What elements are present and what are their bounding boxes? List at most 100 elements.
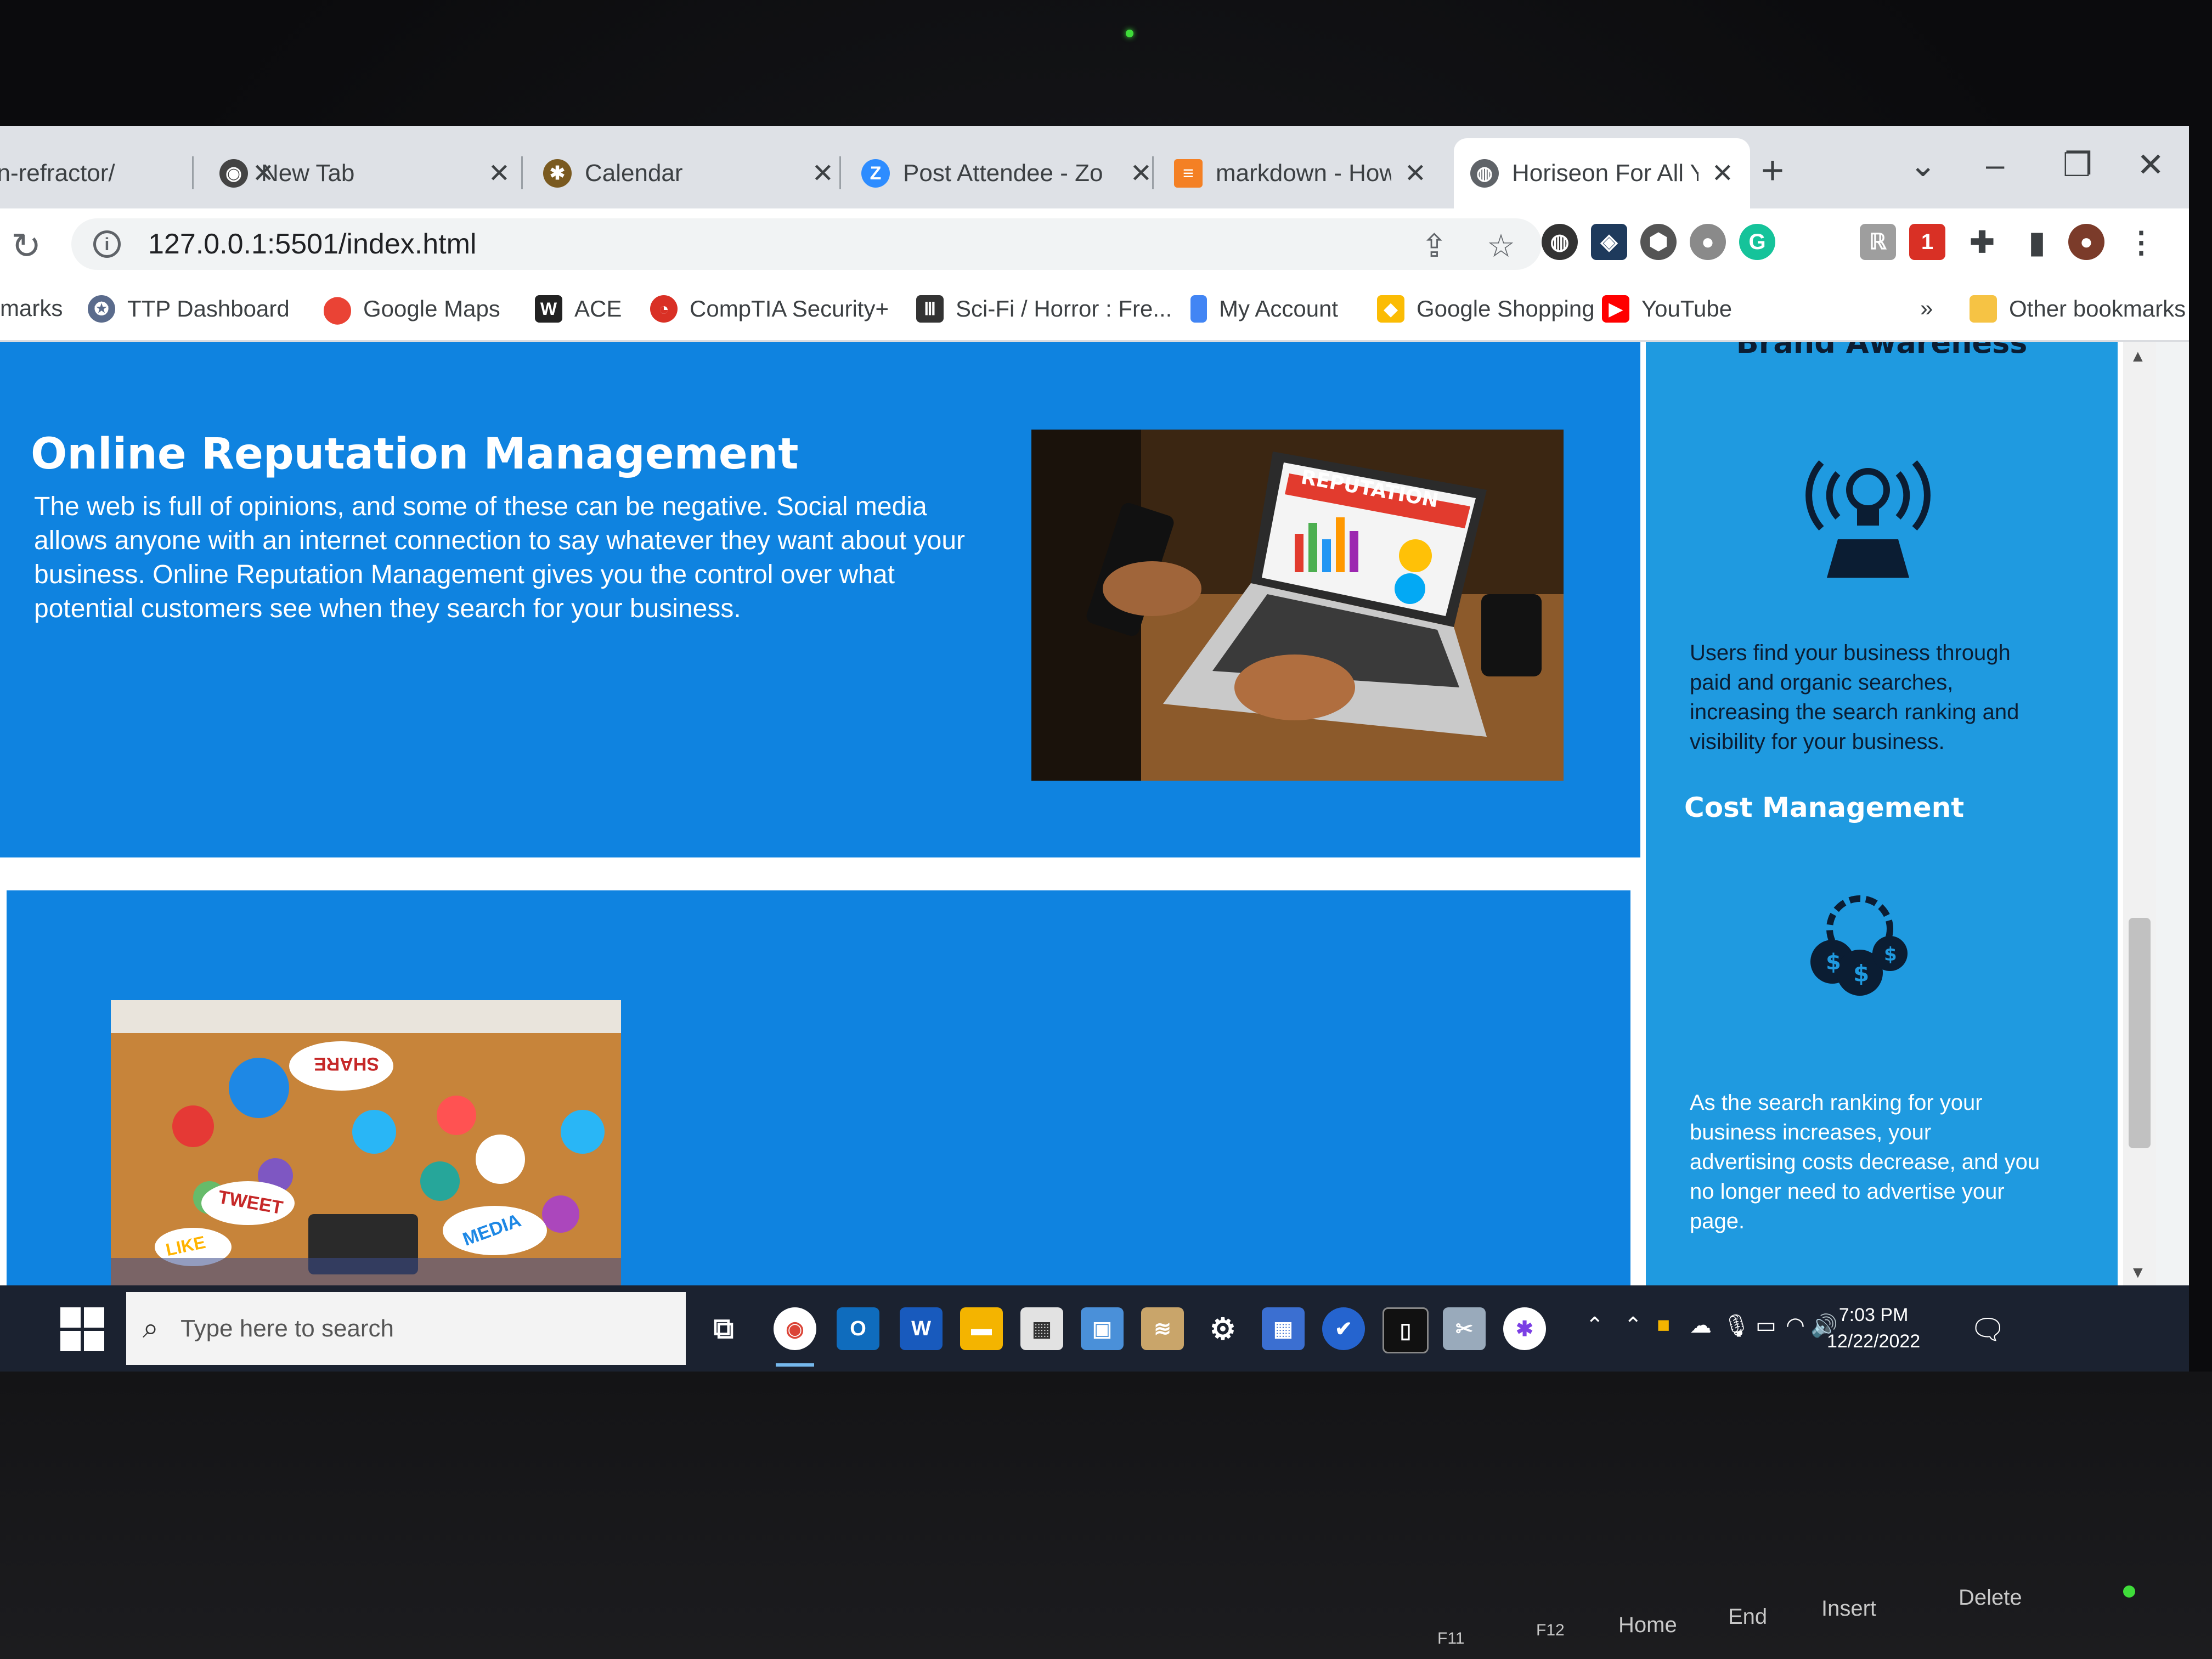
key-insert: Insert bbox=[1821, 1596, 1877, 1621]
task-view-icon[interactable]: ⧉ bbox=[702, 1307, 745, 1350]
svg-text:$: $ bbox=[1884, 944, 1897, 966]
bookmark-star-icon[interactable]: ☆ bbox=[1487, 227, 1515, 264]
extension-reader-icon[interactable]: ℝ bbox=[1860, 224, 1896, 260]
todo-check-icon[interactable]: ✔ bbox=[1322, 1307, 1365, 1350]
tray-office-icon[interactable]: ■ bbox=[1657, 1313, 1670, 1338]
tray-network-icon[interactable]: ☁ bbox=[1690, 1313, 1712, 1338]
minimize-icon[interactable]: – bbox=[1986, 146, 2004, 184]
brand-awareness-icon bbox=[1799, 435, 1937, 578]
word-icon[interactable]: W bbox=[900, 1307, 943, 1350]
menu-kebab-icon[interactable]: ⋮ bbox=[2123, 224, 2159, 260]
close-icon[interactable]: ✕ bbox=[812, 158, 834, 189]
calendar-app-icon[interactable]: ▦ bbox=[1262, 1307, 1305, 1350]
bookmark-label: Google Maps bbox=[363, 296, 500, 321]
globe-icon: ◍ bbox=[1470, 159, 1499, 188]
tab-calendar[interactable]: ✱ Calendar ✕ bbox=[527, 138, 850, 208]
extension-acorn-icon[interactable]: ● bbox=[1690, 224, 1726, 260]
section-heading: Online Reputation Management bbox=[31, 430, 799, 479]
laptop-keyboard: Home End Insert Delete F11 F12 bbox=[0, 1372, 2212, 1659]
bookmark-youtube[interactable]: ▶ YouTube bbox=[1602, 295, 1732, 323]
scroll-up-arrow-icon[interactable]: ▲ bbox=[2130, 347, 2146, 366]
power-led bbox=[2123, 1585, 2135, 1598]
bookmark-scifi-horror[interactable]: Ⅲ Sci-Fi / Horror : Fre... bbox=[916, 295, 1172, 323]
settings-gear-icon[interactable]: ⚙ bbox=[1201, 1307, 1244, 1350]
tab-markdown[interactable]: ≡ markdown - How t ✕ bbox=[1158, 138, 1443, 208]
extensions-puzzle-icon[interactable]: ✚ bbox=[1964, 224, 2000, 260]
taskbar-overflow-icon[interactable]: ⌃ bbox=[1585, 1313, 1604, 1338]
page-scrollbar[interactable]: ▲ ▼ bbox=[2123, 342, 2156, 1285]
cost-management-heading: Cost Management bbox=[1684, 792, 1965, 823]
overflow-chevron-icon: » bbox=[1920, 295, 1933, 321]
profile-avatar[interactable]: ● bbox=[2068, 224, 2104, 260]
bookmark-google-shopping[interactable]: ◆ Google Shopping bbox=[1377, 295, 1595, 323]
scroll-down-arrow-icon[interactable]: ▼ bbox=[2130, 1263, 2146, 1282]
tab-separator bbox=[521, 156, 523, 189]
camera-led bbox=[1126, 30, 1133, 37]
brand-awareness-text: Users find your business through paid an… bbox=[1690, 641, 2019, 754]
key-f11: F11 bbox=[1437, 1629, 1465, 1647]
other-bookmarks-folder[interactable]: Other bookmarks bbox=[1970, 295, 2186, 323]
bookmark-ace[interactable]: W ACE bbox=[535, 295, 622, 323]
chrome-taskbar-icon[interactable]: ◉ bbox=[774, 1307, 816, 1350]
bookmark-google-maps[interactable]: ⬤ Google Maps bbox=[323, 295, 500, 324]
windows-logo-pane bbox=[84, 1307, 104, 1328]
tab-zoom[interactable]: Z Post Attendee - Zo ✕ bbox=[845, 138, 1169, 208]
outlook-icon[interactable]: O bbox=[837, 1307, 879, 1350]
taskbar-search-box[interactable]: ⌕ Type here to search bbox=[126, 1292, 686, 1365]
share-word: SHARE bbox=[314, 1053, 380, 1074]
tray-show-hidden-icon[interactable]: ⌃ bbox=[1624, 1313, 1643, 1338]
close-icon[interactable]: ✕ bbox=[1712, 158, 1734, 189]
side-panel-icon[interactable]: ▮ bbox=[2019, 224, 2055, 260]
extension-badge-icon[interactable]: 1 bbox=[1909, 224, 1945, 260]
bookmark-marks[interactable]: marks bbox=[0, 295, 63, 321]
cost-management-icon: $ $ $ bbox=[1794, 890, 1926, 1000]
tab-horiseon[interactable]: ◍ Horiseon For All Yo ✕ bbox=[1454, 138, 1750, 208]
url-text[interactable]: 127.0.0.1:5501/index.html bbox=[148, 228, 476, 261]
search-placeholder: Type here to search bbox=[180, 1314, 394, 1342]
reload-icon[interactable]: ↻ bbox=[11, 225, 41, 267]
restore-icon[interactable]: ❐ bbox=[2063, 146, 2092, 184]
bookmarks-overflow-button[interactable]: » bbox=[1920, 295, 1933, 321]
scrollbar-thumb[interactable] bbox=[2129, 918, 2151, 1148]
snip-tool-icon[interactable]: ✂ bbox=[1443, 1307, 1486, 1350]
w-icon: W bbox=[535, 295, 562, 323]
bookmark-label: Other bookmarks bbox=[2009, 296, 2186, 321]
store-icon[interactable]: ▦ bbox=[1020, 1307, 1063, 1350]
taskbar-clock[interactable]: 7:03 PM 12/22/2022 bbox=[1827, 1302, 1920, 1355]
extension-globe-icon[interactable]: ◍ bbox=[1542, 224, 1578, 260]
tab-title: New Tab bbox=[261, 160, 355, 187]
app-stack-icon[interactable]: ≋ bbox=[1141, 1307, 1184, 1350]
slack-icon[interactable]: ✱ bbox=[1503, 1307, 1546, 1350]
windows-logo-pane bbox=[84, 1331, 104, 1351]
bookmarks-bar: marks ✪ TTP Dashboard ⬤ Google Maps W AC… bbox=[0, 280, 2189, 342]
share-icon[interactable]: ⇪ bbox=[1421, 227, 1448, 264]
close-icon[interactable]: ✕ bbox=[1404, 158, 1426, 189]
bookmark-label: ACE bbox=[574, 296, 622, 321]
calendar-icon: ✱ bbox=[543, 159, 572, 188]
tab-search-icon[interactable]: ⌄ bbox=[1909, 146, 1937, 184]
tray-battery-icon[interactable]: ▭ bbox=[1756, 1313, 1776, 1338]
window-close-icon[interactable]: ✕ bbox=[2137, 146, 2164, 184]
terminal-icon[interactable]: ▯ bbox=[1383, 1307, 1429, 1353]
chrome-icon: ◉ bbox=[219, 159, 248, 188]
close-icon[interactable]: ✕ bbox=[1130, 158, 1152, 189]
windows-logo-pane bbox=[60, 1331, 81, 1351]
extension-shield-icon[interactable]: ◈ bbox=[1591, 224, 1627, 260]
grammarly-icon[interactable]: G bbox=[1739, 224, 1775, 260]
new-tab-button[interactable]: + bbox=[1761, 148, 1784, 193]
bookmark-my-account[interactable]: My Account bbox=[1190, 295, 1338, 323]
tray-wifi-icon[interactable]: ◠ bbox=[1786, 1313, 1805, 1338]
address-bar[interactable]: i 127.0.0.1:5501/index.html ⇪ ☆ bbox=[71, 218, 1542, 270]
remote-desktop-icon[interactable]: ▣ bbox=[1081, 1307, 1124, 1350]
bookmark-ttp-dashboard[interactable]: ✪ TTP Dashboard bbox=[88, 295, 290, 323]
notifications-icon[interactable]: 🗨 bbox=[1970, 1313, 2006, 1346]
extension-hex-icon[interactable]: ⬢ bbox=[1640, 224, 1677, 260]
file-explorer-icon[interactable]: ▬ bbox=[960, 1307, 1003, 1350]
start-button[interactable] bbox=[60, 1307, 104, 1351]
tray-mic-icon[interactable]: 🎙 bbox=[1723, 1313, 1751, 1339]
cost-management-text: As the search ranking for your business … bbox=[1690, 1091, 2040, 1233]
site-info-icon[interactable]: i bbox=[93, 230, 121, 258]
close-icon[interactable]: ✕ bbox=[488, 158, 510, 189]
bookmark-comptia[interactable]: ◔ CompTIA Security+ bbox=[650, 295, 889, 323]
tab-new-tab[interactable]: ◉ New Tab ✕ bbox=[203, 138, 527, 208]
